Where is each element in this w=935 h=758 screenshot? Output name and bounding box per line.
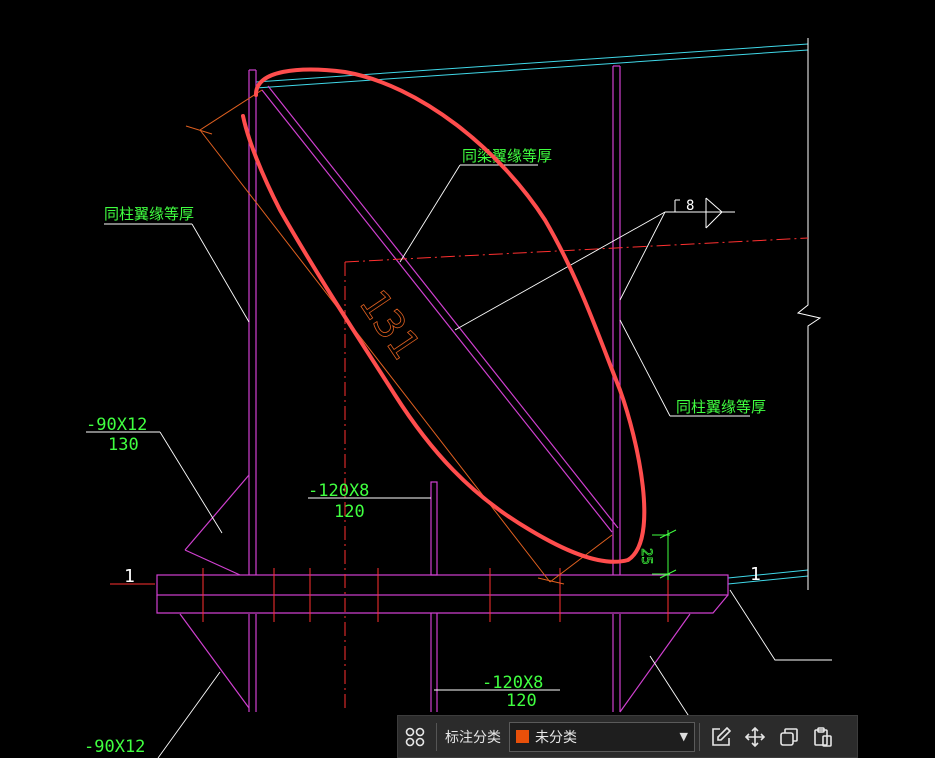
stiffener-top-size: -90X12 bbox=[86, 415, 147, 435]
copy-icon[interactable] bbox=[772, 720, 806, 754]
column-outline bbox=[156, 65, 729, 713]
section-mark-right: 1 bbox=[750, 564, 761, 585]
grid-icon[interactable] bbox=[398, 720, 432, 754]
chevron-down-icon: ▼ bbox=[679, 730, 688, 743]
plate-bottom-length: 120 bbox=[506, 691, 537, 711]
category-value: 未分类 bbox=[535, 729, 577, 746]
leader-lines bbox=[86, 164, 832, 758]
plate-bottom-size: -120X8 bbox=[482, 673, 543, 693]
column-flange-label-left: 同柱翼缘等厚 bbox=[104, 205, 194, 223]
section-mark-left: 1 bbox=[124, 566, 135, 587]
weld-symbol-size: 8 bbox=[686, 198, 694, 214]
plate-mid-size: -120X8 bbox=[308, 481, 369, 501]
column-flange-label-right: 同柱翼缘等厚 bbox=[676, 398, 766, 416]
move-icon[interactable] bbox=[738, 720, 772, 754]
edit-icon[interactable] bbox=[704, 720, 738, 754]
category-color-swatch bbox=[516, 730, 529, 743]
dim-25-marks bbox=[652, 529, 677, 580]
paste-icon[interactable] bbox=[806, 720, 840, 754]
dim-25-text: 25 bbox=[638, 548, 654, 565]
break-line bbox=[796, 38, 822, 590]
category-dropdown[interactable]: 未分类 ▼ bbox=[509, 721, 695, 752]
weld-symbol-icon bbox=[674, 197, 723, 229]
stiffener-top-length: 130 bbox=[108, 435, 139, 455]
dimension-131-text: 131 bbox=[350, 282, 429, 368]
cad-drawing-canvas[interactable]: 131 8 25 同梁翼缘等厚 同柱翼缘等厚 同柱翼缘等厚 -90X12 130… bbox=[0, 0, 935, 758]
annotation-toolbar: 标注分类 未分类 ▼ bbox=[397, 715, 858, 758]
plate-mid-length: 120 bbox=[334, 502, 365, 522]
toolbar-divider bbox=[436, 722, 437, 751]
beam-flange-label: 同梁翼缘等厚 bbox=[462, 147, 552, 165]
hand-drawn-annotation bbox=[241, 67, 647, 564]
toolbar-divider bbox=[699, 722, 700, 751]
stiffener-bottom-size: -90X12 bbox=[84, 737, 145, 757]
category-label: 标注分类 bbox=[445, 729, 501, 746]
